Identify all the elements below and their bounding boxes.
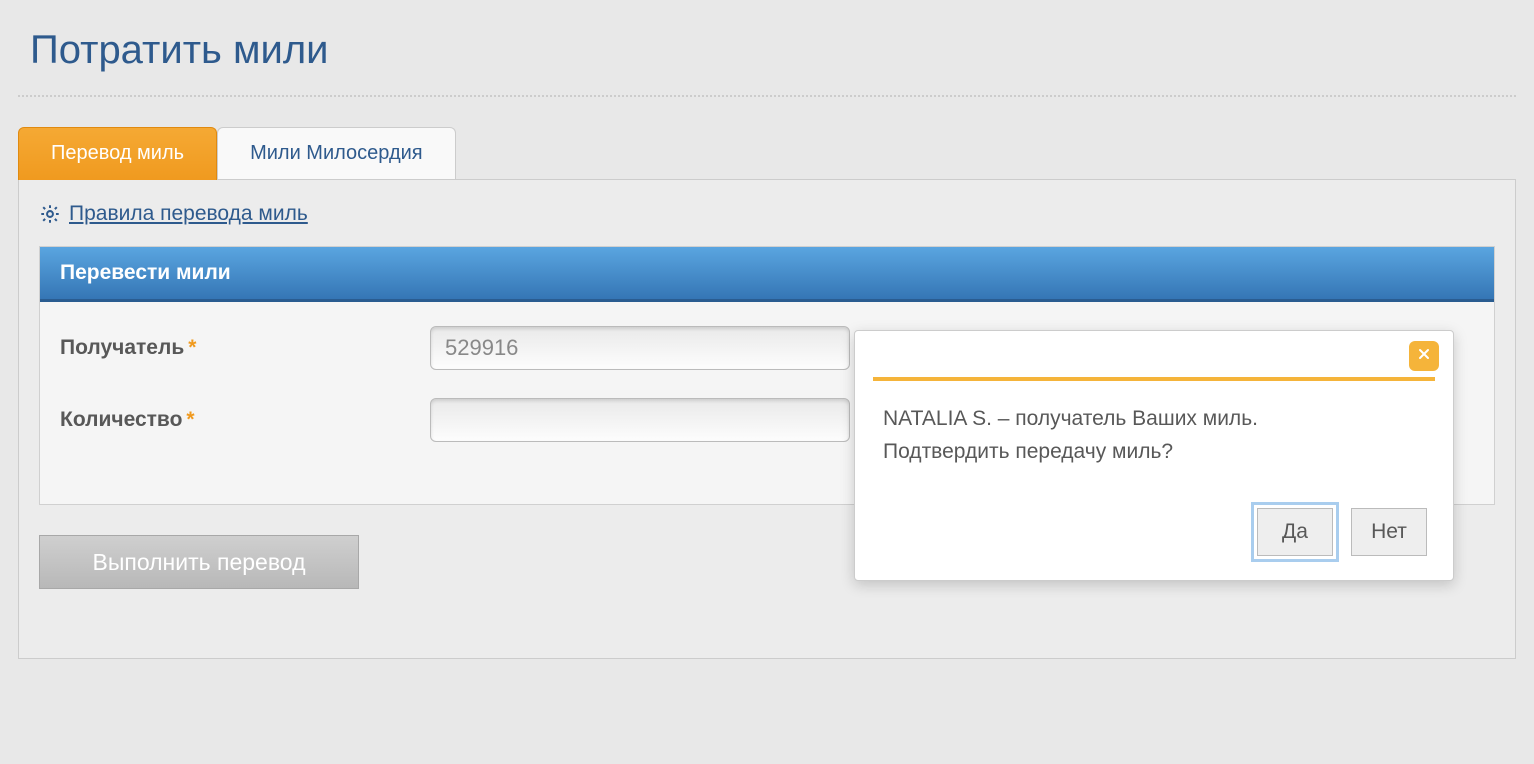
dialog-line-1: NATALIA S. – получатель Ваших миль. [883,403,1425,436]
page-title: Потратить мили [0,0,1534,95]
amount-label-text: Количество [60,408,182,431]
rules-link[interactable]: Правила перевода миль [69,202,308,226]
amount-label: Количество* [60,408,430,432]
dialog-no-button[interactable]: Нет [1351,508,1427,556]
dialog-line-2: Подтвердить передачу миль? [883,436,1425,469]
required-mark: * [186,408,194,431]
tab-transfer-miles[interactable]: Перевод миль [18,127,217,180]
required-mark: * [188,336,196,359]
divider [18,95,1516,97]
recipient-input[interactable] [430,326,850,370]
dialog-close-button[interactable] [1409,341,1439,371]
amount-input[interactable] [430,398,850,442]
submit-transfer-button[interactable]: Выполнить перевод [39,535,359,589]
tabs: Перевод миль Мили Милосердия [18,127,1516,179]
dialog-message: NATALIA S. – получатель Ваших миль. Подт… [873,403,1435,468]
dialog-actions: Да Нет [873,508,1435,556]
gear-icon [39,203,61,225]
rules-link-row: Правила перевода миль [19,202,1515,246]
recipient-label-text: Получатель [60,336,184,359]
confirm-dialog: NATALIA S. – получатель Ваших миль. Подт… [854,330,1454,581]
form-header: Перевести мили [40,247,1494,302]
close-icon [1416,346,1432,367]
dialog-accent-rule [873,377,1435,381]
recipient-label: Получатель* [60,336,430,360]
tab-charity-miles[interactable]: Мили Милосердия [217,127,456,179]
dialog-yes-button[interactable]: Да [1257,508,1333,556]
